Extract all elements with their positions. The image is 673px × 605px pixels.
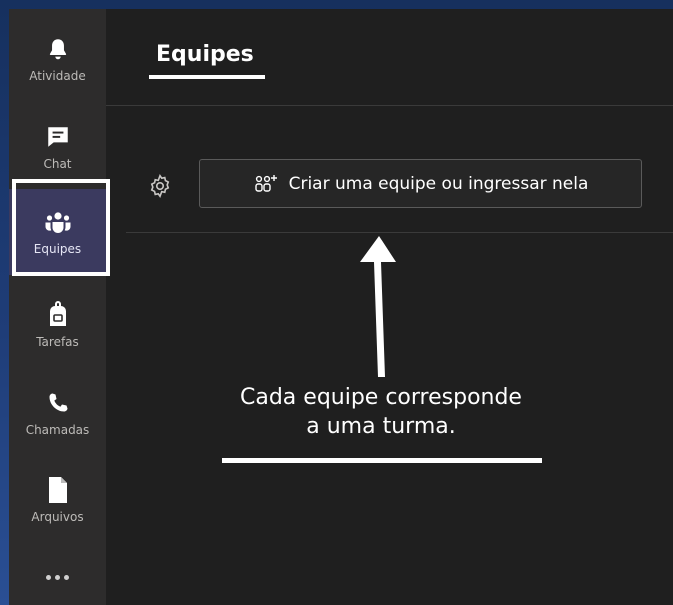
chat-icon [44,123,72,151]
page-title: Equipes [156,42,254,67]
gear-icon[interactable] [146,172,174,200]
annotation-line-1: Cada equipe corresponde [240,385,522,410]
join-button-label: Criar uma equipe ou ingressar nela [288,173,589,194]
rail-item-label: Atividade [29,69,86,83]
annotation-text: Cada equipe corresponde a uma turma. [206,383,556,441]
rail-item-chamadas[interactable]: Chamadas [9,373,106,453]
add-team-icon [253,173,279,195]
backpack-icon [44,301,72,329]
rail-item-equipes[interactable]: Equipes [9,189,106,275]
file-icon [44,476,72,504]
rail-item-label: Chamadas [25,423,90,437]
app-rail: Atividade Chat Equipes Tarefas Chamadas … [9,9,106,605]
rail-item-label: Chat [43,157,72,171]
annotation-arrow [360,236,396,377]
bell-icon [44,35,72,63]
header-divider [106,105,673,106]
phone-icon [44,389,72,417]
rail-item-label: Equipes [33,242,82,256]
app-window: Atividade Chat Equipes Tarefas Chamadas … [9,9,673,605]
title-underline [149,75,265,79]
rail-item-label: Arquivos [31,510,84,524]
list-divider [126,232,673,233]
annotation-line-2: a uma turma. [306,414,456,439]
rail-item-tarefas[interactable]: Tarefas [9,285,106,365]
teams-icon [44,208,72,236]
rail-item-arquivos[interactable]: Arquivos [9,460,106,540]
main-panel: Equipes Criar uma equipe ou ingressar ne… [106,9,673,605]
rail-item-atividade[interactable]: Atividade [9,19,106,99]
create-or-join-team-button[interactable]: Criar uma equipe ou ingressar nela [199,159,642,208]
annotation-underline [222,458,542,463]
more-icon[interactable] [9,562,106,592]
rail-item-chat[interactable]: Chat [9,107,106,187]
rail-item-label: Tarefas [36,335,79,349]
